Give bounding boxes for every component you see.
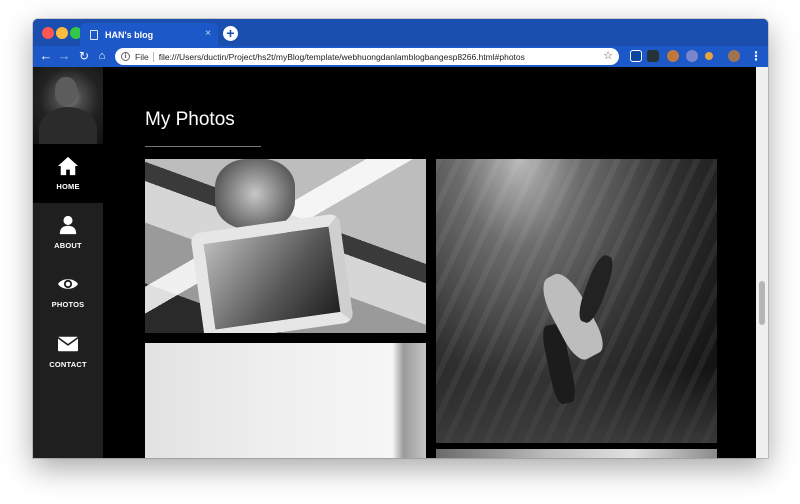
page-scrollbar[interactable] xyxy=(756,67,768,458)
title-underline xyxy=(145,146,261,147)
forward-arrow-icon[interactable]: → xyxy=(55,47,73,65)
extension-icon-5[interactable] xyxy=(705,52,713,60)
sidebar-item-label: CONTACT xyxy=(49,360,87,369)
bookmark-star-icon[interactable]: ☆ xyxy=(603,49,613,62)
extension-icon-3[interactable] xyxy=(667,50,679,62)
sidebar-item-label: ABOUT xyxy=(54,241,82,250)
photo-couple xyxy=(215,159,295,229)
photo-wedding-car[interactable] xyxy=(145,159,426,333)
address-divider xyxy=(152,51,154,62)
browser-toolbar: ← → ↻ ⌂ i File file:///Users/ductin/Proj… xyxy=(33,46,768,67)
close-window-button[interactable] xyxy=(42,27,54,39)
sidebar-item-about[interactable]: ABOUT xyxy=(33,203,103,262)
extension-icon-1[interactable] xyxy=(630,50,642,62)
sidebar-item-label: PHOTOS xyxy=(51,300,85,309)
reload-icon[interactable]: ↻ xyxy=(75,47,93,65)
user-icon xyxy=(59,215,77,235)
envelope-icon xyxy=(57,336,79,352)
profile-avatar-icon[interactable] xyxy=(728,50,740,62)
scrollbar-thumb[interactable] xyxy=(759,281,765,325)
page-icon xyxy=(90,29,98,40)
browser-menu-icon[interactable]: ⋮ xyxy=(750,48,762,64)
profile-shoulders xyxy=(39,107,97,144)
tab-close-icon[interactable]: × xyxy=(205,28,211,39)
home-icon xyxy=(58,156,78,176)
extension-icon-4[interactable] xyxy=(686,50,698,62)
web-page: HOME ABOUT PHOTOS CONTACT My Photos xyxy=(33,67,768,458)
extension-icon-2[interactable] xyxy=(647,50,659,62)
tab-title: HAN's blog xyxy=(105,29,154,40)
eye-icon xyxy=(58,279,78,289)
page-title: My Photos xyxy=(145,109,235,130)
url-text[interactable]: file:///Users/ductin/Project/hs2t/myBlog… xyxy=(159,52,525,62)
new-tab-button[interactable]: + xyxy=(223,26,238,41)
sidebar: HOME ABOUT PHOTOS CONTACT xyxy=(33,67,103,458)
scheme-label: File xyxy=(135,51,149,62)
profile-head xyxy=(55,77,77,105)
address-bar[interactable]: i File file:///Users/ductin/Project/hs2t… xyxy=(115,48,619,65)
browser-tab[interactable]: HAN's blog × xyxy=(80,23,218,46)
back-arrow-icon[interactable]: ← xyxy=(37,47,55,65)
photo-white-scene[interactable] xyxy=(145,343,426,458)
sidebar-item-contact[interactable]: CONTACT xyxy=(33,322,103,381)
browser-home-icon[interactable]: ⌂ xyxy=(93,47,111,65)
profile-photo xyxy=(33,67,103,144)
title-bar: HAN's blog × + xyxy=(33,19,768,46)
photo-sea-floor xyxy=(436,369,717,443)
minimize-window-button[interactable] xyxy=(56,27,68,39)
info-icon[interactable]: i xyxy=(121,52,130,61)
photo-underwater-diver[interactable] xyxy=(436,159,717,443)
sidebar-item-photos[interactable]: PHOTOS xyxy=(33,262,103,321)
photo-car-window xyxy=(190,213,354,333)
photo-bottom-right[interactable] xyxy=(436,449,717,458)
browser-window: HAN's blog × + ← → ↻ ⌂ i File file:///Us… xyxy=(33,19,768,458)
sidebar-item-home[interactable]: HOME xyxy=(33,144,103,203)
sidebar-item-label: HOME xyxy=(56,182,80,191)
